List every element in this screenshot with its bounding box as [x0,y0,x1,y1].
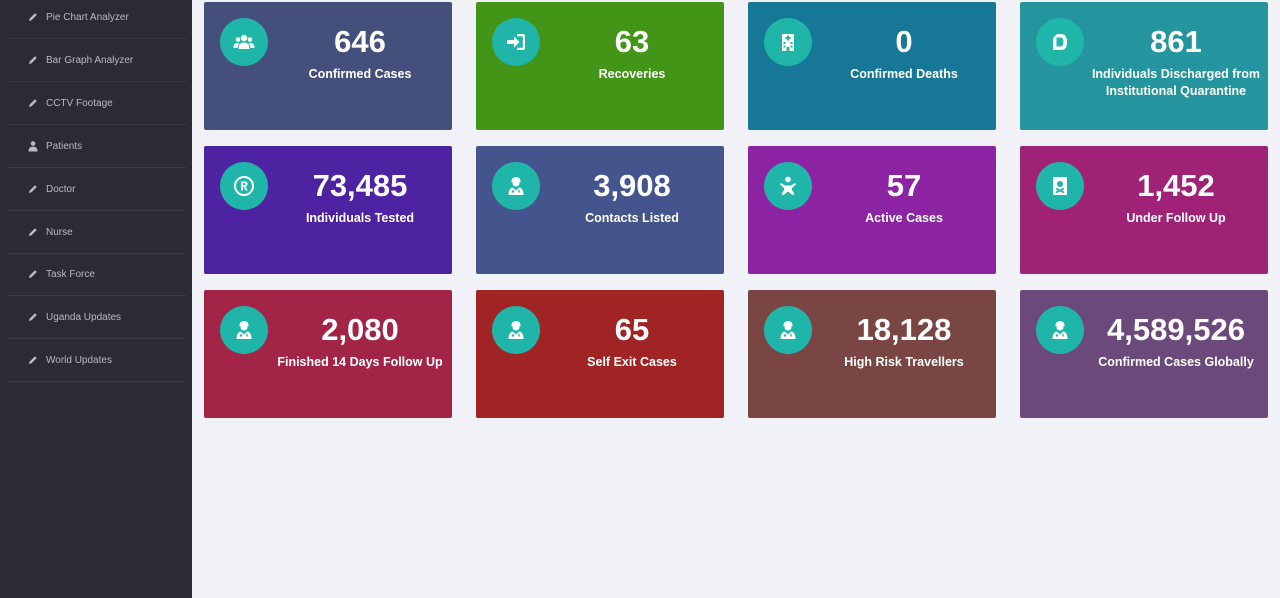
card-label: Under Follow Up [1126,211,1226,225]
sidebar-item-label: Bar Graph Analyzer [46,54,134,66]
user-doctor-icon [492,162,540,210]
sidebar-item-label: World Updates [46,354,112,366]
hospital-icon [764,18,812,66]
sidebar-item-label: Nurse [46,226,73,238]
card-label: Recoveries [598,67,666,81]
sidebar-item-patients[interactable]: Patients [8,125,186,168]
pencil-icon [27,97,39,109]
sidebar-item-label: Pie Chart Analyzer [46,11,129,23]
sidebar-item-label: Doctor [46,183,76,195]
user-doctor-icon [1036,306,1084,354]
card-value: 73,485 [312,168,408,203]
sidebar-item-uganda-updates[interactable]: Uganda Updates [8,296,186,339]
discharge-icon [1036,18,1084,66]
pencil-icon [27,354,39,366]
registered-icon [220,162,268,210]
card-individuals-discharged[interactable]: 861 Individuals Discharged from Institut… [1020,2,1268,130]
card-value: 65 [614,312,650,347]
card-value: 57 [886,168,922,203]
card-active-cases[interactable]: 57 Active Cases [748,146,996,274]
sidebar: Pie Chart Analyzer Bar Graph Analyzer CC… [0,0,192,598]
card-label: Confirmed Cases [308,67,412,81]
sign-in-icon [492,18,540,66]
card-confirmed-cases-globally[interactable]: 4,589,526 Confirmed Cases Globally [1020,290,1268,418]
card-confirmed-deaths[interactable]: 0 Confirmed Deaths [748,2,996,130]
sidebar-item-doctor[interactable]: Doctor [8,168,186,211]
file-medical-icon [1036,162,1084,210]
baby-icon [764,162,812,210]
card-value: 861 [1150,24,1202,59]
card-confirmed-cases[interactable]: 646 Confirmed Cases [204,2,452,130]
card-value: 2,080 [321,312,399,347]
card-self-exit-cases[interactable]: 65 Self Exit Cases [476,290,724,418]
card-value: 4,589,526 [1107,312,1245,347]
card-individuals-tested[interactable]: 73,485 Individuals Tested [204,146,452,274]
card-value: 18,128 [856,312,952,347]
user-icon [27,140,39,152]
sidebar-item-cctv-footage[interactable]: CCTV Footage [8,82,186,125]
sidebar-item-label: CCTV Footage [46,97,113,109]
card-label: Contacts Listed [585,211,679,225]
card-label: Individuals Tested [305,211,415,225]
sidebar-item-bar-graph-analyzer[interactable]: Bar Graph Analyzer [8,39,186,82]
card-recoveries[interactable]: 63 Recoveries [476,2,724,130]
card-value: 63 [614,24,650,59]
pencil-icon [27,11,39,23]
card-label: Confirmed Deaths [850,67,958,81]
sidebar-item-world-updates[interactable]: World Updates [8,339,186,382]
card-contacts-listed[interactable]: 3,908 Contacts Listed [476,146,724,274]
user-doctor-icon [764,306,812,354]
card-label: Self Exit Cases [587,355,677,369]
card-value: 646 [334,24,386,59]
users-icon [220,18,268,66]
card-value: 1,452 [1137,168,1215,203]
card-label: High Risk Travellers [844,355,964,369]
sidebar-item-label: Patients [46,140,83,152]
card-finished-follow-up[interactable]: 2,080 Finished 14 Days Follow Up [204,290,452,418]
sidebar-item-task-force[interactable]: Task Force [8,253,186,296]
pencil-icon [27,54,39,66]
card-label: Individuals Discharged from Institutiona… [1091,67,1261,98]
card-label: Finished 14 Days Follow Up [277,355,443,369]
sidebar-item-nurse[interactable]: Nurse [8,211,186,254]
card-label: Confirmed Cases Globally [1098,355,1254,369]
dashboard-main: 646 Confirmed Cases 63 Recoveries 0 Conf… [192,0,1280,598]
card-value: 0 [895,24,913,59]
sidebar-item-label: Task Force [46,268,95,280]
sidebar-item-label: Uganda Updates [46,311,122,323]
sidebar-item-pie-chart-analyzer[interactable]: Pie Chart Analyzer [8,0,186,39]
user-doctor-icon [492,306,540,354]
pencil-icon [27,226,39,238]
user-doctor-icon [220,306,268,354]
card-high-risk-travellers[interactable]: 18,128 High Risk Travellers [748,290,996,418]
pencil-icon [27,268,39,280]
pencil-icon [27,183,39,195]
card-label: Active Cases [865,211,943,225]
pencil-icon [27,311,39,323]
card-value: 3,908 [593,168,671,203]
card-under-follow-up[interactable]: 1,452 Under Follow Up [1020,146,1268,274]
